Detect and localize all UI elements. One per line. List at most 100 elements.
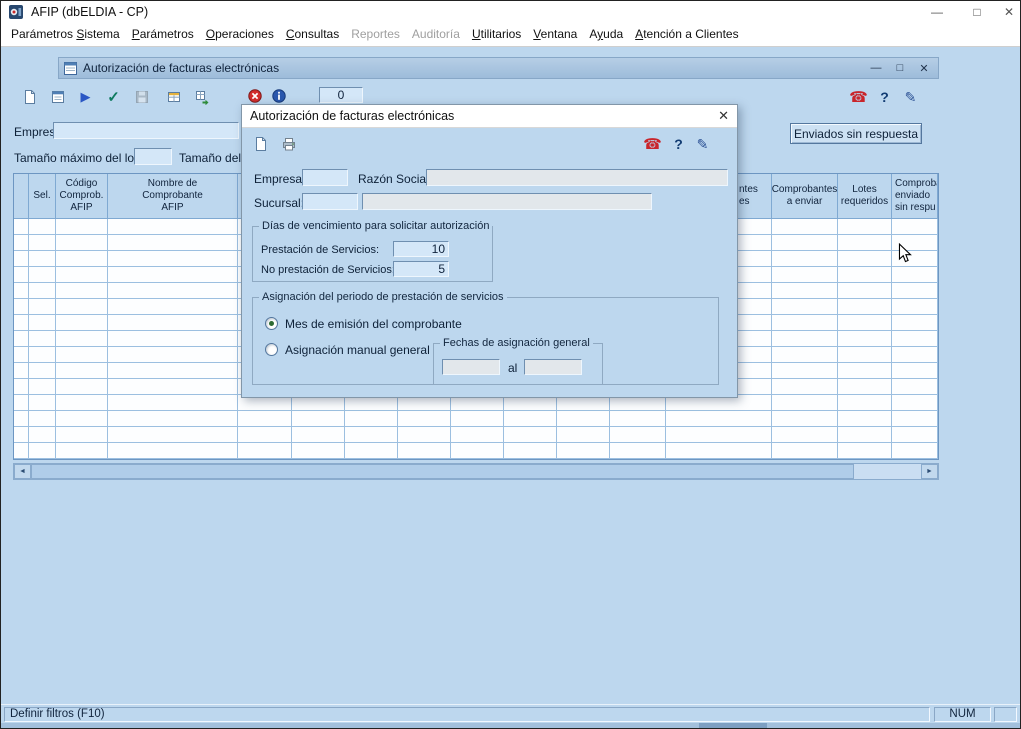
dialog-titlebar[interactable]: Autorización de facturas electrónicas ✕ [242, 105, 737, 128]
child-window-titlebar[interactable]: Autorización de facturas electrónicas — … [58, 57, 939, 79]
table-cell [892, 363, 938, 379]
table-cell [56, 331, 108, 347]
cancel-send-button[interactable] [245, 86, 265, 106]
radio-manual-label[interactable]: Asignación manual general [285, 343, 430, 357]
table-cell [29, 347, 56, 363]
dialog-new-button[interactable] [248, 132, 273, 156]
al-label: al [508, 361, 517, 375]
table-cell [772, 347, 838, 363]
menu-item-par-metros[interactable]: Parámetros [126, 24, 200, 44]
maximize-button[interactable]: □ [957, 1, 997, 24]
prestacion-input[interactable]: 10 [393, 241, 449, 257]
properties-button[interactable] [45, 85, 70, 109]
table-cell [772, 443, 838, 459]
table-cell [56, 267, 108, 283]
lots-table-button[interactable] [161, 85, 186, 109]
scroll-left-button[interactable]: ◄ [14, 464, 31, 479]
table-cell [14, 235, 29, 251]
table-column-header[interactable]: Sel. [29, 174, 56, 219]
table-cell [29, 443, 56, 459]
table-cell [29, 315, 56, 331]
dialog-print-button[interactable] [276, 132, 301, 156]
menu-item-operaciones[interactable]: Operaciones [200, 24, 280, 44]
child-close-button[interactable]: ✕ [915, 62, 933, 75]
menu-item-par-metros-sistema[interactable]: Parámetros Sistema [5, 24, 126, 44]
table-cell [838, 443, 892, 459]
minimize-button[interactable]: — [917, 1, 957, 24]
modify-button[interactable]: ✎ [898, 85, 923, 109]
menu-item-utilitarios[interactable]: Utilitarios [466, 24, 527, 44]
info-badge-button[interactable] [269, 86, 289, 106]
radio-mes-emision[interactable] [265, 317, 278, 330]
table-row[interactable] [14, 427, 938, 443]
dialog-sucursal-input[interactable] [302, 193, 358, 210]
table-column-header[interactable]: Lotesrequeridos [838, 174, 892, 219]
table-cell [56, 443, 108, 459]
confirm-button[interactable]: ✓ [101, 85, 126, 109]
dialog-exit-button[interactable]: ☎ [640, 132, 665, 156]
no-prestacion-label: No prestación de Servicios: [261, 264, 395, 276]
help-icon: ? [674, 136, 683, 152]
new-button[interactable] [17, 85, 42, 109]
table-column-header[interactable]: Nombre deComprobanteAFIP [108, 174, 238, 219]
radio-asignacion-manual[interactable] [265, 343, 278, 356]
vencimiento-group-title: Días de vencimiento para solicitar autor… [259, 220, 492, 232]
bottom-frame [1, 723, 1020, 729]
tamano-lote-input[interactable] [134, 148, 172, 165]
table-row[interactable] [14, 443, 938, 459]
scroll-right-button[interactable]: ► [921, 464, 938, 479]
dialog-sucursal-desc-input [362, 193, 652, 210]
table-cell [772, 379, 838, 395]
table-column-header[interactable]: Comprobaenviadosin respu [892, 174, 938, 219]
menu-item-atenci-n-a-clientes[interactable]: Atención a Clientes [629, 24, 744, 44]
table-cell [108, 283, 238, 299]
table-cell [838, 235, 892, 251]
table-cell [838, 379, 892, 395]
help-button[interactable]: ? [872, 85, 897, 109]
dialog-modify-button[interactable]: ✎ [690, 132, 715, 156]
table-cell [838, 427, 892, 443]
dialog-close-button[interactable]: ✕ [703, 108, 729, 124]
dialog-help-button[interactable]: ? [666, 132, 691, 156]
table-cell [892, 267, 938, 283]
export-grid-button[interactable] [189, 85, 214, 109]
scrollbar-thumb[interactable] [31, 464, 854, 479]
title-bar[interactable]: AFIP (dbELDIA - CP) — □ ✕ [1, 1, 1020, 24]
exit-button[interactable]: ☎ [846, 85, 871, 109]
table-column-header[interactable] [14, 174, 29, 219]
menu-item-consultas[interactable]: Consultas [280, 24, 345, 44]
table-cell [772, 283, 838, 299]
table-cell [56, 363, 108, 379]
lots-table-icon [166, 89, 182, 105]
horizontal-scrollbar[interactable]: ◄ ► [13, 463, 939, 480]
table-column-header[interactable]: CódigoComprob.AFIP [56, 174, 108, 219]
enviados-sin-respuesta-button[interactable]: Enviados sin respuesta [790, 123, 922, 144]
run-button[interactable]: ▶ [73, 85, 98, 109]
exit-phone-icon: ☎ [643, 135, 662, 153]
table-cell [666, 443, 772, 459]
child-maximize-button[interactable]: □ [891, 62, 909, 74]
menu-item-ventana[interactable]: Ventana [527, 24, 583, 44]
table-cell [108, 347, 238, 363]
table-cell [610, 411, 666, 427]
empresa-input[interactable] [53, 122, 239, 139]
table-column-header[interactable]: Comprobantesa enviar [772, 174, 838, 219]
table-cell [772, 331, 838, 347]
table-cell [108, 251, 238, 267]
table-cell [56, 315, 108, 331]
table-cell [14, 363, 29, 379]
table-cell [892, 283, 938, 299]
child-minimize-button[interactable]: — [867, 62, 885, 74]
table-cell [838, 411, 892, 427]
table-cell [108, 267, 238, 283]
no-prestacion-input[interactable]: 5 [393, 261, 449, 277]
table-cell [292, 411, 345, 427]
radio-mes-label[interactable]: Mes de emisión del comprobante [285, 317, 462, 331]
dialog-empresa-input[interactable] [302, 169, 348, 186]
table-cell [56, 411, 108, 427]
menu-item-ayuda[interactable]: Ayuda [583, 24, 629, 44]
table-row[interactable] [14, 411, 938, 427]
menu-bar: Parámetros SistemaParámetrosOperacionesC… [1, 24, 1020, 47]
window-title: AFIP (dbELDIA - CP) [31, 5, 148, 19]
close-button[interactable]: ✕ [997, 1, 1021, 24]
